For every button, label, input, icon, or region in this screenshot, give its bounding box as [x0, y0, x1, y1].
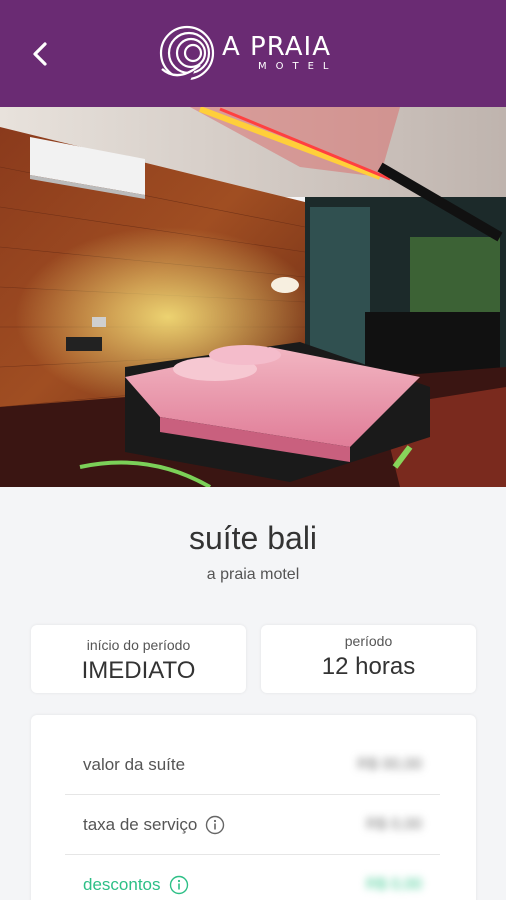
- suite-price-label-text: valor da suíte: [83, 754, 186, 774]
- service-fee-label-text: taxa de serviço: [83, 814, 198, 834]
- back-button[interactable]: [24, 34, 56, 74]
- suite-price-value: R$ 00,00: [357, 755, 422, 773]
- service-fee-row: taxa de serviço R$ 0,00: [65, 795, 440, 855]
- start-period-card: início do período IMEDIATO: [31, 625, 246, 693]
- price-breakdown-card: valor da suíte R$ 00,00 taxa de serviço …: [31, 715, 476, 900]
- suite-price-label: valor da suíte: [65, 755, 185, 775]
- suite-price-row: valor da suíte R$ 00,00: [65, 735, 440, 795]
- discount-value: R$ 0,00: [365, 876, 422, 893]
- logo-subtext: MOTEL: [258, 61, 338, 72]
- service-fee-label: taxa de serviço: [65, 815, 225, 835]
- period-label: período: [344, 633, 393, 649]
- suite-name: suíte bali: [188, 520, 318, 556]
- start-period-label: início do período: [86, 637, 191, 653]
- app-header: A PRAIA MOTEL: [0, 0, 506, 107]
- start-period-value: IMEDIATO: [81, 657, 196, 684]
- period-card: período 12 horas: [261, 625, 476, 693]
- chevron-left-icon: [33, 42, 47, 66]
- discount-info-icon[interactable]: [169, 875, 189, 895]
- period-value: 12 horas: [321, 653, 416, 680]
- service-fee-value: R$ 0,00: [365, 815, 422, 833]
- info-icon[interactable]: [205, 815, 225, 835]
- suite-photo-carousel[interactable]: [0, 107, 506, 487]
- motel-name: a praia motel: [206, 566, 300, 583]
- discount-label: descontos: [65, 875, 189, 895]
- logo-mark-icon: [158, 25, 215, 81]
- discount-row: descontos R$ 0,00: [65, 855, 440, 900]
- logo-text: A PRAIA: [222, 32, 331, 62]
- suite-photo: [0, 107, 506, 487]
- logo: A PRAIA MOTEL: [156, 25, 356, 81]
- discount-label-text: descontos: [83, 875, 161, 894]
